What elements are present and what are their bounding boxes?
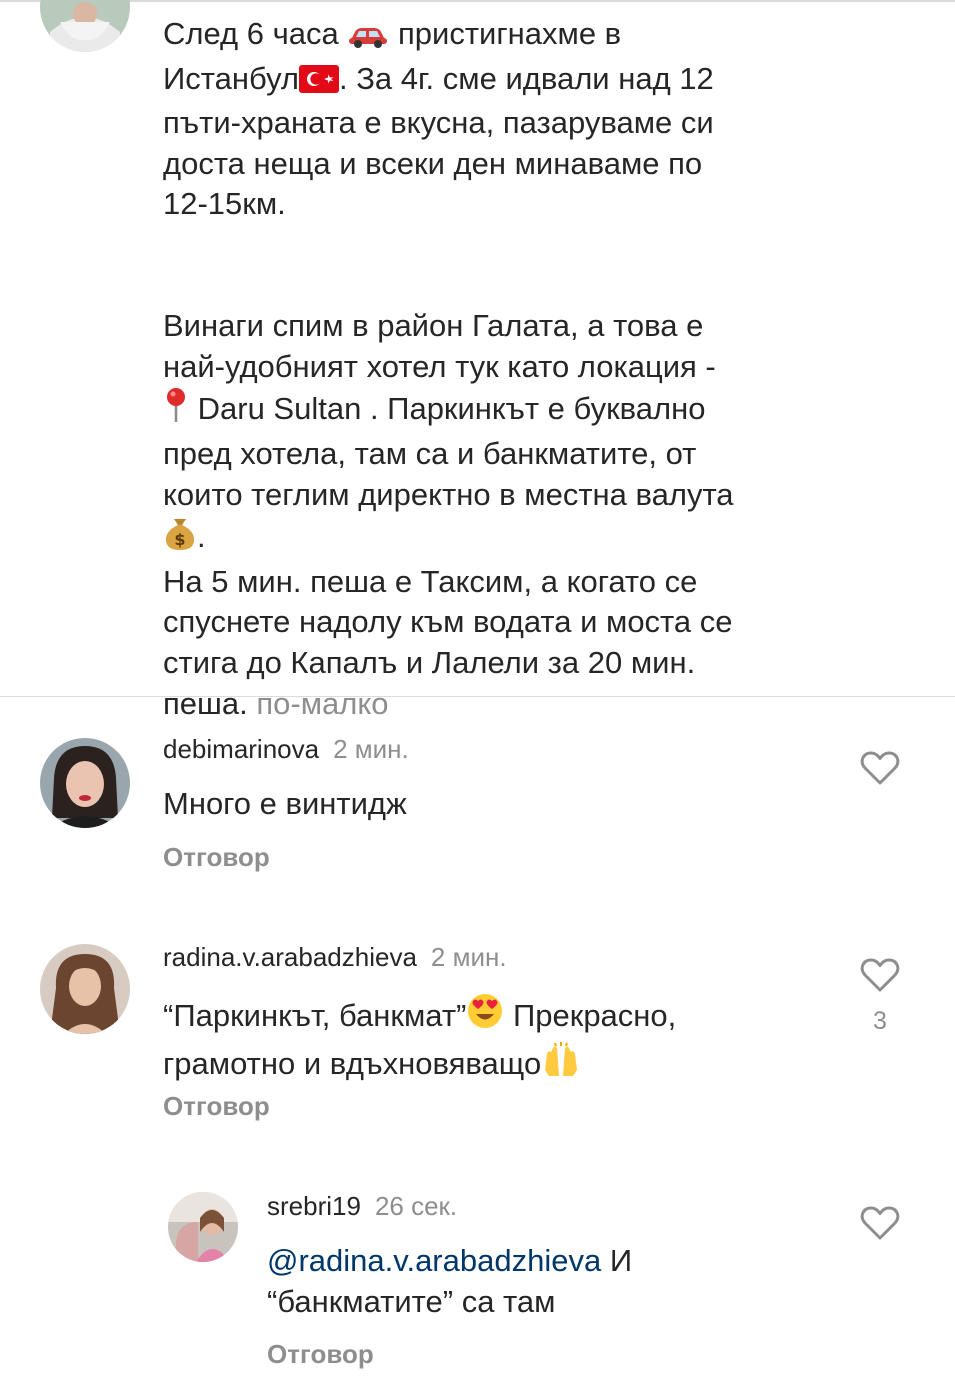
comment-meta: srebri19 26 сек. xyxy=(267,1191,457,1221)
comment-meta: radina.v.arabadzhieva 2 мин. xyxy=(163,942,507,972)
caption-text: пред хотела, там са и банкматите, от xyxy=(163,435,697,471)
comment-time: 26 сек. xyxy=(374,1191,458,1221)
caption-text: Daru Sultan . Паркинкът е буквално xyxy=(197,391,706,427)
like-heart-icon[interactable] xyxy=(860,957,900,993)
caption-text: На 5 мин. пеша е Таксим, а когато се xyxy=(163,563,698,599)
avatar[interactable] xyxy=(40,944,130,1034)
comment-time: 2 мин. xyxy=(333,734,409,764)
caption-text: . За 4г. сме идвали над 12 xyxy=(338,60,714,96)
comment-meta: debimarinova 2 мин. xyxy=(163,734,409,764)
caption-text: които теглим директно в местна валута xyxy=(163,476,734,512)
caption-text: доста неща и всеки ден минаваме по xyxy=(163,145,703,181)
svg-text:$: $ xyxy=(174,530,185,549)
turkey-flag-icon xyxy=(298,63,339,104)
comment-time: 2 мин. xyxy=(430,942,507,972)
comment-username[interactable]: srebri19 xyxy=(267,1191,361,1221)
comment-text-body: “Паркинкът, банкмат” xyxy=(163,998,467,1033)
comment-username[interactable]: radina.v.arabadzhieva xyxy=(163,942,417,972)
like-heart-icon[interactable] xyxy=(860,750,900,786)
comment-text-body: грамотно и вдъхновяващо xyxy=(163,1046,542,1081)
top-divider xyxy=(0,0,955,2)
post-author-avatar[interactable] xyxy=(40,0,130,52)
reply-button[interactable]: Отговор xyxy=(267,1339,374,1369)
caption-text: Истанбул xyxy=(163,60,299,96)
comment-text: @radina.v.arabadzhieva И “банкматите” са… xyxy=(267,1240,632,1322)
avatar[interactable] xyxy=(168,1192,238,1262)
caption-text: пеша. xyxy=(163,685,248,721)
caption-text: стига до Капалъ и Лалели за 20 мин. xyxy=(163,644,696,680)
mention-link[interactable]: @radina.v.arabadzhieva xyxy=(267,1243,601,1278)
comment-text-body: “банкматите” са там xyxy=(267,1284,556,1319)
money-bag-icon: $ xyxy=(163,515,197,562)
caption-text: След 6 часа xyxy=(163,16,339,51)
caption-text: 12-15км. xyxy=(163,186,286,222)
like-count[interactable]: 3 xyxy=(860,1007,900,1036)
show-less-link[interactable]: по-малко xyxy=(256,686,388,721)
caption-text: . xyxy=(197,519,206,555)
reply-button[interactable]: Отговор xyxy=(163,842,270,872)
comment-text-body: Много е винтидж xyxy=(163,786,407,821)
like-heart-icon[interactable] xyxy=(860,1205,900,1241)
heart-eyes-icon xyxy=(466,992,504,1040)
raising-hands-icon xyxy=(541,1040,581,1088)
caption-text: пъти-храната е вкусна, пазаруваме си xyxy=(163,105,714,141)
caption-text: спуснете надолу към водата и моста се xyxy=(163,604,733,640)
post-caption: След 6 часа пристигнахме в Истанбул . За… xyxy=(163,14,863,724)
caption-text: пристигнахме в xyxy=(397,16,622,51)
caption-divider xyxy=(0,696,955,697)
reply-button[interactable]: Отговор xyxy=(163,1091,270,1121)
avatar[interactable] xyxy=(40,738,130,828)
caption-text: Винаги спим в район Галата, а това е xyxy=(163,308,704,344)
comment-text-body: Прекрасно, xyxy=(504,998,677,1033)
comment-text: “Паркинкът, банкмат” Прекрасно, грамотно… xyxy=(163,992,676,1088)
comment-text-body: И xyxy=(601,1243,633,1278)
comment-text: Много е винтидж xyxy=(163,783,407,824)
pin-icon xyxy=(163,387,189,434)
caption-text: най-удобният хотел тук като локация - xyxy=(163,348,716,384)
comment-username[interactable]: debimarinova xyxy=(163,734,319,764)
car-icon xyxy=(347,18,389,59)
